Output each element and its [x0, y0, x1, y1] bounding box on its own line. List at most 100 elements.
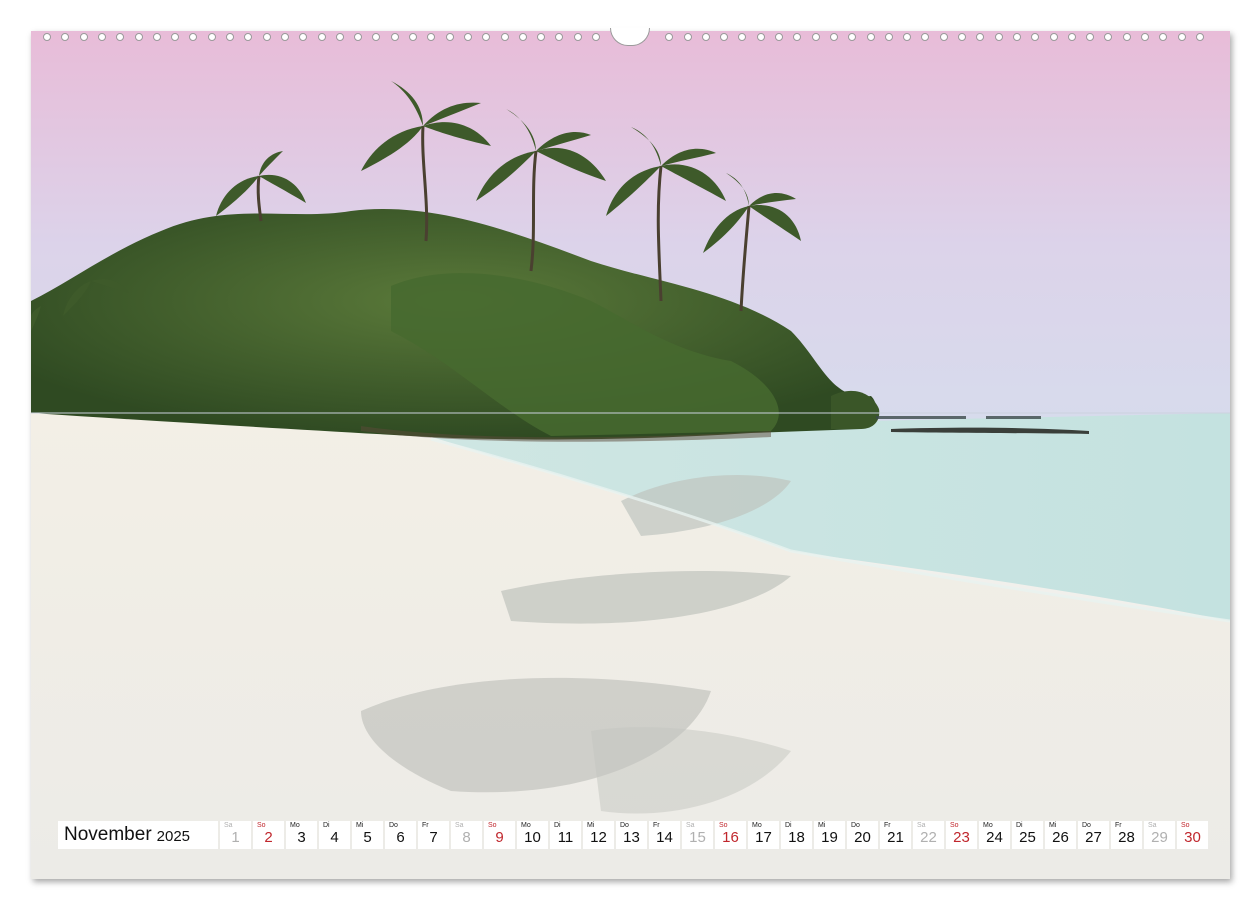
binding-hole-icon: [738, 33, 747, 41]
weekday-label: So: [257, 822, 266, 829]
binding-hole-icon: [354, 33, 363, 41]
binding-hole-icon: [299, 33, 308, 41]
weekday-label: Fr: [1115, 822, 1122, 829]
day-number: 21: [887, 829, 904, 846]
calendar-day-10: Mo 10: [517, 821, 548, 849]
weekday-label: Do: [1082, 822, 1091, 829]
calendar-day-13: Do 13: [616, 821, 647, 849]
calendar-strip: November 2025 Sa 1 So 2 Mo 3 Di 4 Mi 5 Do 6 Fr 7 Sa 8 So…: [58, 821, 1210, 851]
binding-hole-icon: [152, 33, 161, 41]
weekday-label: Sa: [1148, 822, 1157, 829]
weekday-label: Sa: [917, 822, 926, 829]
day-number: 28: [1118, 829, 1135, 846]
day-number: 26: [1052, 829, 1069, 846]
binding-hole-icon: [976, 33, 985, 41]
binding-hole-icon: [829, 33, 838, 41]
day-number: 16: [722, 829, 739, 846]
binding-hole-icon: [518, 33, 527, 41]
weekday-label: Mo: [290, 822, 300, 829]
day-number: 30: [1184, 829, 1201, 846]
calendar-day-20: Do 20: [847, 821, 878, 849]
calendar-day-30: So 30: [1177, 821, 1208, 849]
binding-hole-icon: [1122, 33, 1131, 41]
day-number: 29: [1151, 829, 1168, 846]
binding-hole-icon: [994, 33, 1003, 41]
weekday-label: Mi: [356, 822, 364, 829]
calendar-day-4: Di 4: [319, 821, 350, 849]
calendar-day-22: Sa 22: [913, 821, 944, 849]
calendar-day-24: Mo 24: [979, 821, 1010, 849]
binding-hole-icon: [482, 33, 491, 41]
binding-hole-icon: [573, 33, 582, 41]
calendar-day-6: Do 6: [385, 821, 416, 849]
calendar-day-17: Mo 17: [748, 821, 779, 849]
binding-hole-icon: [903, 33, 912, 41]
binding-hole-icon: [884, 33, 893, 41]
day-number: 19: [821, 829, 838, 846]
binding-hole-icon: [958, 33, 966, 41]
beach-photo: [31, 31, 1230, 879]
binding-hole-icon: [1031, 33, 1040, 41]
weekday-label: Do: [620, 822, 629, 829]
calendar-day-7: Fr 7: [418, 821, 449, 849]
calendar-day-19: Mi 19: [814, 821, 845, 849]
calendar-day-1: Sa 1: [220, 821, 251, 849]
day-number: 9: [495, 829, 504, 846]
binding-hole-icon: [1104, 33, 1113, 41]
day-number: 2: [264, 829, 273, 846]
binding-hole-icon: [1012, 33, 1021, 41]
binding-hole-icon: [1159, 33, 1168, 41]
year: 2025: [156, 828, 191, 845]
binding-hole-icon: [171, 33, 180, 41]
weekday-label: So: [1181, 822, 1190, 829]
binding-hole-icon: [921, 33, 930, 41]
day-number: 4: [330, 829, 339, 846]
weekday-label: Sa: [455, 822, 464, 829]
day-number: 18: [788, 829, 805, 846]
binding-hole-icon: [683, 33, 692, 41]
binding-hole-icon: [97, 33, 106, 41]
weekday-label: Do: [851, 822, 860, 829]
weekday-label: So: [488, 822, 497, 829]
day-number: 14: [656, 829, 673, 846]
binding-hole-icon: [116, 33, 125, 41]
binding-hole-icon: [537, 33, 546, 41]
binding-hole-icon: [134, 33, 143, 41]
calendar-day-8: Sa 8: [451, 821, 482, 849]
day-number: 23: [953, 829, 970, 846]
day-number: 11: [557, 829, 574, 846]
binding-hole-icon: [1086, 33, 1095, 41]
day-number: 13: [623, 829, 640, 846]
binding-hole-icon: [756, 33, 765, 41]
binding-hole-icon: [1067, 33, 1076, 41]
weekday-label: Di: [1016, 822, 1023, 829]
binding-hole-icon: [1141, 33, 1149, 41]
binding-hole-icon: [372, 33, 381, 41]
day-number: 8: [462, 829, 471, 846]
day-number: 20: [854, 829, 871, 846]
binding-hole-icon: [427, 33, 436, 41]
binding-hole-icon: [720, 33, 729, 41]
binding-hole-icon: [793, 33, 802, 41]
binding-hole-icon: [848, 33, 857, 41]
binding-hole-icon: [665, 33, 674, 41]
weekday-label: So: [719, 822, 728, 829]
binding-hole-icon: [61, 33, 70, 41]
day-number: 10: [524, 829, 541, 846]
binding-hole-icon: [226, 33, 234, 41]
binding-hole-icon: [775, 33, 783, 41]
calendar-day-23: So 23: [946, 821, 977, 849]
day-number: 24: [986, 829, 1003, 846]
binding-hole-icon: [207, 33, 216, 41]
weekday-label: So: [950, 822, 959, 829]
binding-hole-icon: [262, 33, 271, 41]
weekday-label: Mi: [818, 822, 826, 829]
day-number: 22: [920, 829, 937, 846]
calendar-day-28: Fr 28: [1111, 821, 1142, 849]
binding-hole-icon: [335, 33, 344, 41]
day-number: 7: [429, 829, 438, 846]
wire-binding-icon: [31, 28, 1230, 48]
day-number: 6: [396, 829, 405, 846]
weekday-label: Mo: [521, 822, 531, 829]
calendar-day-14: Fr 14: [649, 821, 680, 849]
